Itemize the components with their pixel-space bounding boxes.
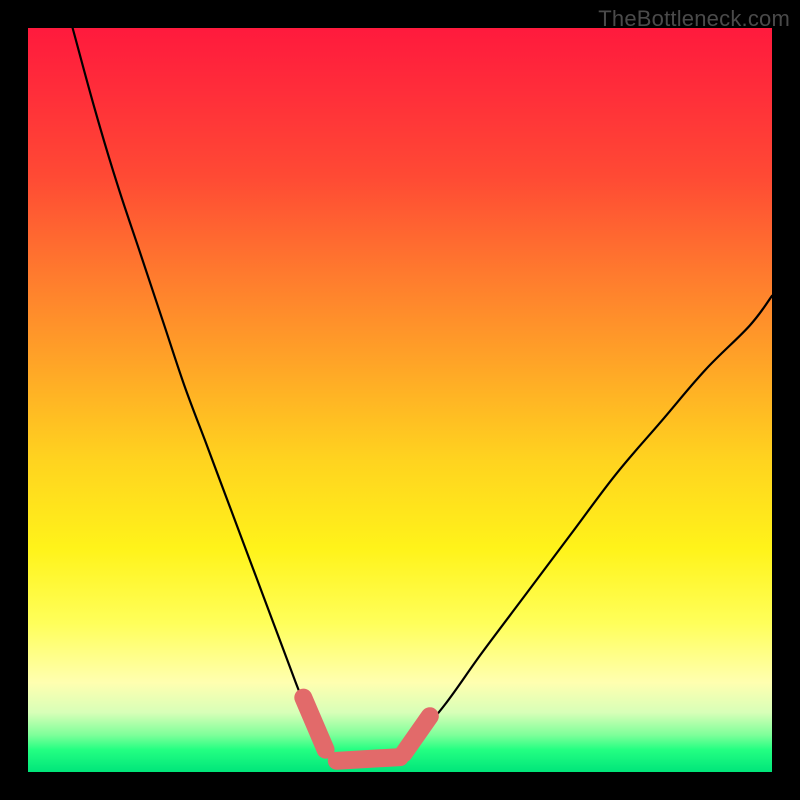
marker-group <box>303 698 430 761</box>
gradient-plot-area <box>28 28 772 772</box>
floor-marker-segment <box>337 757 400 761</box>
outer-frame: TheBottleneck.com <box>0 0 800 800</box>
left-marker-segment <box>303 698 325 750</box>
bottleneck-curve-path <box>73 28 772 767</box>
right-marker-segment <box>404 716 430 753</box>
curve-layer <box>28 28 772 772</box>
